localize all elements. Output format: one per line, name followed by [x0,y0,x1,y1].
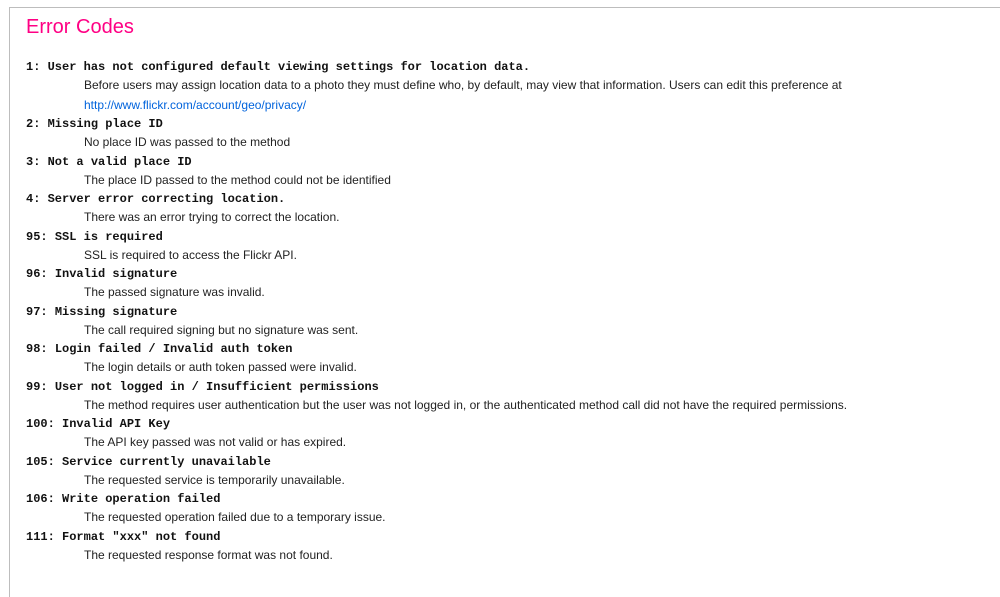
error-description-text: The method requires user authentication … [84,397,848,412]
error-title: Invalid signature [54,267,178,281]
error-code-separator: : [33,192,48,206]
error-code-separator: : [33,117,48,131]
error-code-separator: : [47,417,63,431]
error-description: Before users may assign location data to… [84,76,986,115]
error-description: The requested service is temporarily una… [84,471,986,491]
error-term: 1: User has not configured default viewi… [26,58,986,76]
geo-privacy-link[interactable]: http://www.flickr.com/account/geo/privac… [84,98,306,112]
error-code: 100 [26,417,48,431]
error-code-separator: : [40,229,55,244]
error-title: Login failed / Invalid auth token [54,342,293,356]
error-title: Format "xxx" not found [62,529,221,544]
error-item: 97: Missing signature The call required s… [26,303,986,341]
error-description: The passed signature was invalid. [84,283,986,303]
error-term: 98: Login failed / Invalid auth token [26,340,986,358]
error-code-separator: : [40,342,55,356]
error-description: The login details or auth token passed w… [84,358,986,378]
error-term: 96: Invalid signature [26,265,986,283]
error-code: 95 [26,229,41,244]
error-title: Invalid API Key [62,417,171,431]
error-description-text: The passed signature was invalid. [84,285,265,299]
error-term: 95: SSL is required [26,228,986,246]
error-code-separator: : [40,379,55,394]
error-title: Service currently unavailable [62,454,271,469]
error-item: 98: Login failed / Invalid auth token The… [26,340,986,378]
error-title: Missing place ID [47,117,163,131]
error-term: 2: Missing place ID [26,115,986,133]
error-description-text: The place ID passed to the method could … [84,172,391,187]
error-description-text: The requested service is temporarily una… [84,472,345,487]
error-description: No place ID was passed to the method [84,133,986,153]
error-code-list: 1: User has not configured default viewi… [26,58,986,565]
error-description: The requested response format was not fo… [84,546,986,566]
error-item: 99: User not logged in / Insufficient pe… [26,378,986,416]
error-term: 111: Format "xxx" not found [26,528,986,546]
error-code: 98 [26,342,41,356]
error-code: 99 [26,379,41,394]
error-term: 4: Server error correcting location. [26,190,986,208]
error-description-text: SSL is required to access the Flickr API… [84,247,297,262]
error-description: The API key passed was not valid or has … [84,433,986,453]
error-code-separator: : [47,529,63,544]
error-item: 2: Missing place ID No place ID was passe… [26,115,986,153]
error-code: 106 [26,492,48,506]
error-description: SSL is required to access the Flickr API… [84,246,986,266]
error-code: 111 [26,529,48,544]
error-description: The call required signing but no signatu… [84,321,986,341]
error-code-separator: : [33,60,48,74]
error-description-text: The call required signing but no signatu… [84,322,359,337]
error-code-separator: : [33,154,48,169]
error-term: 100: Invalid API Key [26,415,986,433]
error-term: 106: Write operation failed [26,490,986,508]
error-description-text: The login details or auth token passed w… [84,360,357,374]
error-item: 4: Server error correcting location. Ther… [26,190,986,228]
error-item: 100: Invalid API Key The API key passed w… [26,415,986,453]
error-description-text: There was an error trying to correct the… [84,210,340,224]
error-title: SSL is required [54,229,163,244]
error-description: The requested operation failed due to a … [84,508,986,528]
error-description: The method requires user authentication … [84,396,986,416]
error-term: 99: User not logged in / Insufficient pe… [26,378,986,396]
error-code: 105 [26,454,48,469]
error-description: There was an error trying to correct the… [84,208,986,228]
error-code-separator: : [47,454,63,469]
error-term: 3: Not a valid place ID [26,153,986,171]
error-description: The place ID passed to the method could … [84,171,986,191]
error-code: 97 [26,304,41,319]
error-term: 105: Service currently unavailable [26,453,986,471]
error-title: Not a valid place ID [47,154,192,169]
error-item: 96: Invalid signature The passed signatur… [26,265,986,303]
error-description-text: The requested response format was not fo… [84,547,333,562]
error-title: User has not configured default viewing … [47,60,531,74]
error-item: 1: User has not configured default viewi… [26,58,986,115]
error-item: 111: Format "xxx" not found The requested… [26,528,986,566]
error-title: Server error correcting location. [47,192,286,206]
error-item: 95: SSL is required SSL is required to ac… [26,228,986,266]
error-description-text: Before users may assign location data to… [84,78,842,92]
error-term: 97: Missing signature [26,303,986,321]
page-title: Error Codes [26,16,134,38]
error-item: 3: Not a valid place ID The place ID pass… [26,153,986,191]
error-code-separator: : [47,492,63,506]
error-item: 106: Write operation failed The requested… [26,490,986,528]
error-code: 96 [26,267,41,281]
error-title: Missing signature [54,304,178,319]
error-code-separator: : [40,304,55,319]
error-description-text: No place ID was passed to the method [84,135,291,149]
error-code-separator: : [40,267,55,281]
error-title: User not logged in / Insufficient permis… [54,379,379,394]
error-description-text: The requested operation failed due to a … [84,510,386,524]
error-item: 105: Service currently unavailable The re… [26,453,986,491]
error-title: Write operation failed [62,492,221,506]
error-description-text: The API key passed was not valid or has … [84,435,347,449]
